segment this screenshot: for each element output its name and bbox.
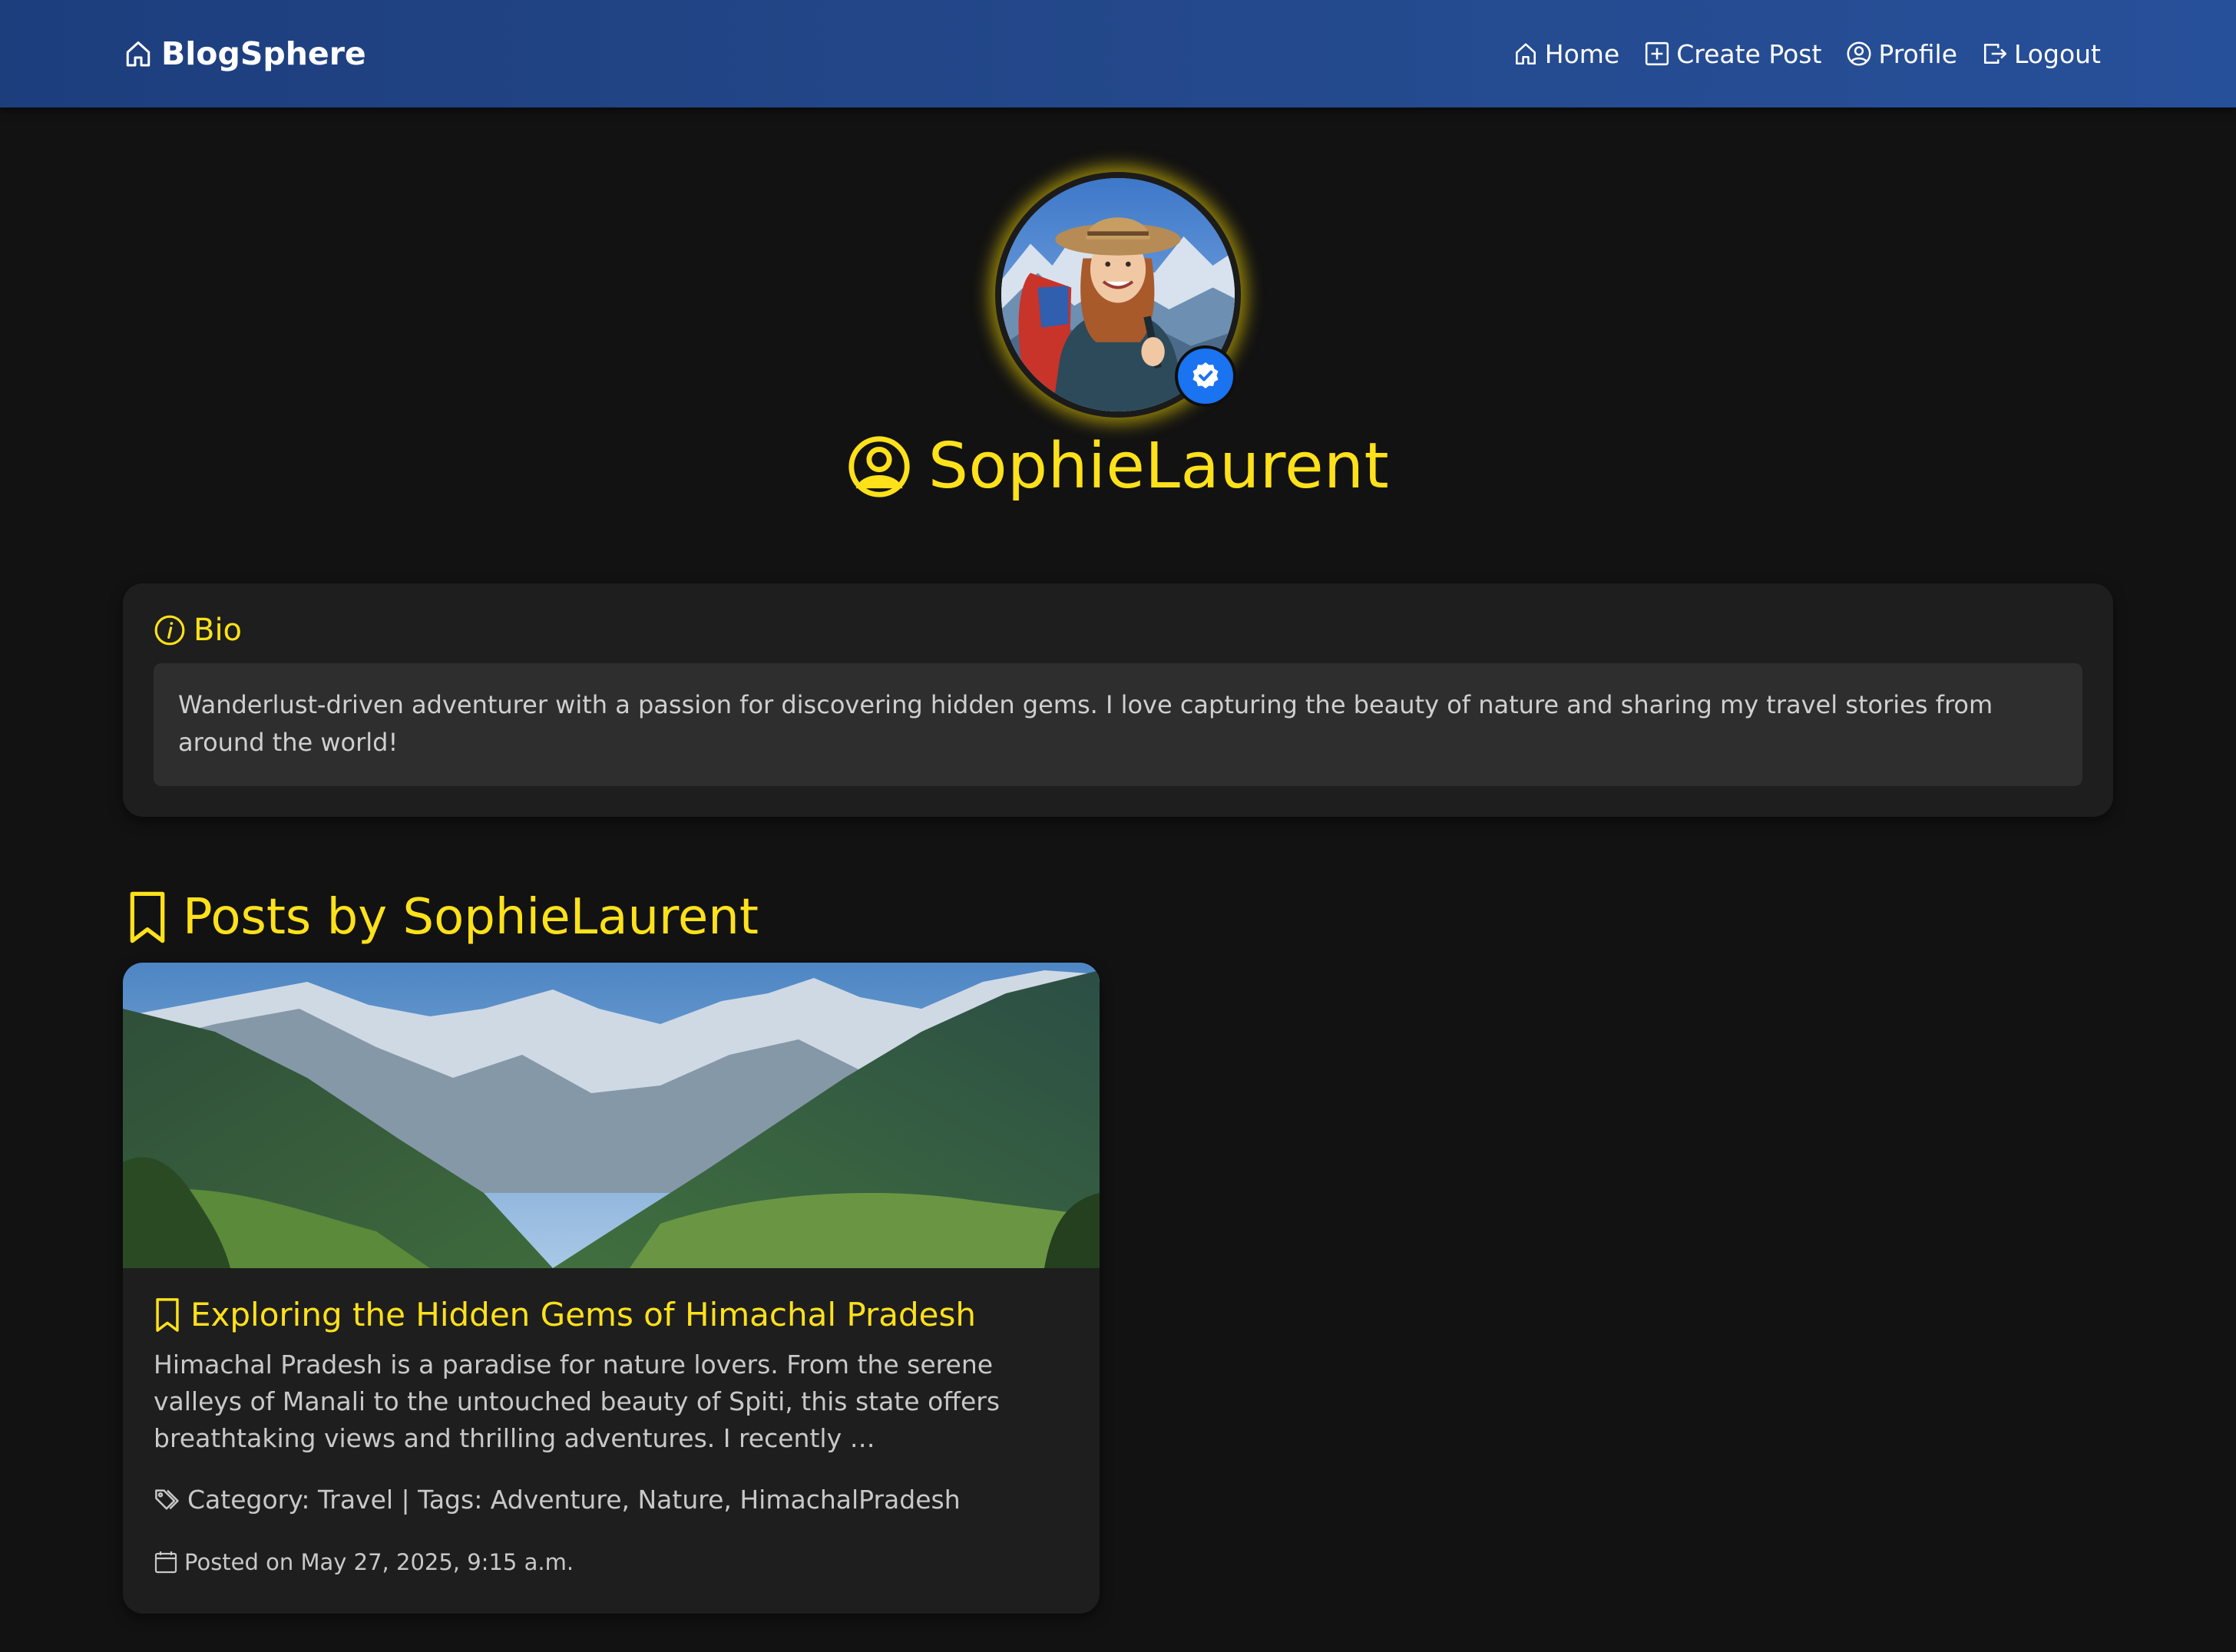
profile-username: SophieLaurent [928, 430, 1390, 503]
box-arrow-right-icon [1983, 44, 2007, 64]
bio-text: Wanderlust-driven adventurer with a pass… [154, 663, 2082, 786]
post-meta: Category: Travel | Tags: Adventure, Natu… [154, 1485, 961, 1515]
bio-card: Bio Wanderlust-driven adventurer with a … [123, 583, 2113, 817]
nav-logout-label: Logout [2014, 38, 2101, 69]
info-circle-icon [154, 615, 185, 646]
profile-username-row: SophieLaurent [0, 430, 2236, 503]
nav-profile-link[interactable]: Profile [1846, 39, 1957, 69]
nav-create-post-label: Create Post [1676, 38, 1822, 69]
nav-logout-link[interactable]: Logout [1982, 39, 2101, 69]
profile-avatar-wrapper [995, 172, 1241, 418]
posts-heading-label: Posts by SophieLaurent [183, 889, 759, 946]
post-title[interactable]: Exploring the Hidden Gems of Himachal Pr… [154, 1296, 976, 1333]
post-meta-text: Category: Travel | Tags: Adventure, Natu… [187, 1485, 961, 1515]
patch-check-icon [1192, 362, 1219, 388]
brand-name: BlogSphere [161, 35, 366, 72]
person-circle-icon [1847, 41, 1871, 66]
post-excerpt: Himachal Pradesh is a paradise for natur… [154, 1350, 1001, 1453]
nav-links: Home Create Post Profile Logout [1513, 0, 2101, 107]
bio-heading: Bio [154, 613, 242, 648]
tags-icon [155, 1488, 179, 1509]
calendar-icon [154, 1551, 177, 1574]
bio-heading-label: Bio [194, 613, 243, 648]
brand-link[interactable]: BlogSphere [123, 0, 366, 107]
bookmark-icon [130, 891, 165, 943]
post-thumbnail[interactable] [123, 963, 1100, 1268]
person-circle-icon [848, 435, 910, 497]
nav-home-link[interactable]: Home [1513, 39, 1619, 69]
house-icon [1515, 43, 1536, 65]
bookmark-icon [156, 1297, 179, 1332]
posts-heading: Posts by SophieLaurent [126, 889, 759, 946]
post-date-text: Posted on May 27, 2025, 9:15 a.m. [184, 1549, 574, 1575]
post-date: Posted on May 27, 2025, 9:15 a.m. [154, 1549, 574, 1575]
house-icon [126, 41, 150, 67]
post-title-text: Exploring the Hidden Gems of Himachal Pr… [190, 1296, 976, 1333]
verified-badge [1175, 345, 1236, 407]
plus-square-icon [1646, 41, 1669, 66]
navbar: BlogSphere Home Create Post Profile Logo… [0, 0, 2236, 107]
nav-profile-label: Profile [1878, 38, 1957, 69]
nav-create-post-link[interactable]: Create Post [1644, 39, 1821, 69]
post-card[interactable]: Exploring the Hidden Gems of Himachal Pr… [123, 963, 1100, 1614]
nav-home-label: Home [1544, 38, 1620, 69]
